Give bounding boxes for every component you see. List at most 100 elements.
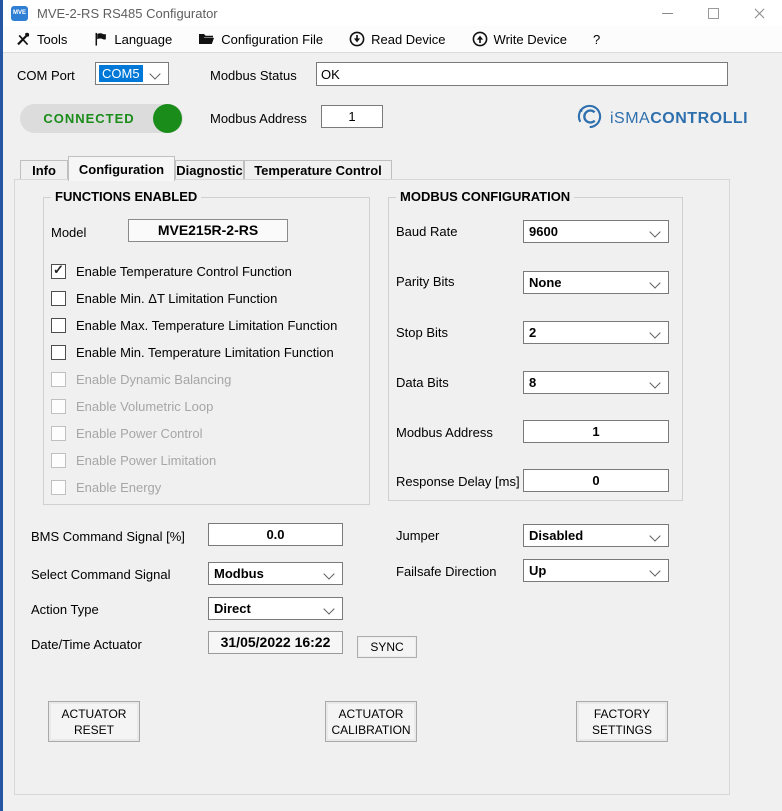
menu-read-device[interactable]: Read Device	[349, 31, 445, 47]
checkbox-enable-max-temperature-limitation[interactable]: Enable Max. Temperature Limitation Funct…	[51, 318, 337, 333]
parity-bits-select[interactable]: None	[523, 271, 669, 294]
connected-indicator[interactable]: CONNECTED	[20, 104, 183, 133]
baud-rate-select[interactable]: 9600	[523, 220, 669, 243]
close-icon	[754, 8, 765, 19]
window-title: MVE-2-RS RS485 Configurator	[37, 6, 218, 21]
stop-bits-select[interactable]: 2	[523, 321, 669, 344]
model-value-box: MVE215R-2-RS	[128, 219, 288, 242]
stop-bits-value: 2	[529, 325, 536, 340]
actuator-reset-button[interactable]: ACTUATOR RESET	[48, 701, 140, 742]
checkbox-icon	[51, 345, 66, 360]
com-port-value: COM5	[99, 65, 143, 82]
menu-bar: Tools Language Configuration File Read D…	[3, 26, 782, 53]
bms-command-signal-field[interactable]	[208, 523, 343, 546]
menu-configuration-file[interactable]: Configuration File	[198, 31, 323, 47]
close-button[interactable]	[736, 0, 782, 26]
connected-label: CONNECTED	[20, 111, 158, 126]
functions-enabled-title: FUNCTIONS ENABLED	[51, 189, 201, 204]
checkbox-enable-temperature-control[interactable]: Enable Temperature Control Function	[51, 264, 292, 279]
actuator-calibration-button[interactable]: ACTUATOR CALIBRATION	[325, 701, 417, 742]
chevron-down-icon	[649, 377, 660, 388]
baud-rate-label: Baud Rate	[396, 224, 457, 239]
checkbox-label: Enable Min. ΔT Limitation Function	[76, 291, 277, 306]
modbus-address-label: Modbus Address	[210, 111, 307, 126]
checkbox-icon	[51, 291, 66, 306]
brand-icon	[576, 103, 603, 135]
minimize-button[interactable]	[644, 0, 690, 26]
menu-write-device[interactable]: Write Device	[472, 31, 567, 47]
response-delay-label: Response Delay [ms]	[396, 474, 520, 489]
brand-name: iSMACONTROLLI	[610, 110, 748, 128]
checkbox-label: Enable Energy	[76, 480, 161, 495]
modbus-status-label: Modbus Status	[210, 68, 297, 83]
restore-icon	[708, 8, 719, 19]
com-port-select[interactable]: COM5	[95, 62, 169, 85]
flag-icon	[93, 31, 108, 47]
checkbox-label: Enable Max. Temperature Limitation Funct…	[76, 318, 337, 333]
tab-diagnostic-label: Diagnostic	[176, 163, 242, 178]
checkbox-icon	[51, 453, 66, 468]
modbus-status-field[interactable]	[316, 62, 728, 86]
connected-status-dot	[153, 104, 182, 133]
checkbox-label: Enable Power Control	[76, 426, 202, 441]
brand-name-regular: iSMA	[610, 110, 650, 127]
data-bits-select[interactable]: 8	[523, 371, 669, 394]
menu-help-label: ?	[593, 32, 600, 47]
checkbox-enable-power-limitation: Enable Power Limitation	[51, 453, 216, 468]
tab-configuration[interactable]: Configuration	[68, 156, 175, 181]
brand-logo: iSMACONTROLLI	[576, 103, 748, 135]
sync-button[interactable]: SYNC	[357, 636, 417, 658]
app-window: MVE MVE-2-RS RS485 Configurator Tools La…	[0, 0, 782, 811]
checkbox-icon	[51, 264, 66, 279]
minimize-icon	[662, 13, 673, 14]
tab-info[interactable]: Info	[20, 160, 68, 180]
jumper-label: Jumper	[396, 528, 439, 543]
modbus-address-config-field[interactable]	[523, 420, 669, 443]
tab-temperature-control[interactable]: Temperature Control	[244, 160, 392, 180]
chevron-down-icon	[649, 530, 660, 541]
title-bar: MVE MVE-2-RS RS485 Configurator	[3, 0, 782, 26]
action-type-select[interactable]: Direct	[208, 597, 343, 620]
checkbox-enable-min-dt-limitation[interactable]: Enable Min. ΔT Limitation Function	[51, 291, 277, 306]
com-port-label: COM Port	[17, 68, 75, 83]
checkbox-enable-volumetric-loop: Enable Volumetric Loop	[51, 399, 213, 414]
menu-read-device-label: Read Device	[371, 32, 445, 47]
stop-bits-label: Stop Bits	[396, 325, 448, 340]
menu-write-device-label: Write Device	[494, 32, 567, 47]
select-command-signal-label: Select Command Signal	[31, 567, 170, 582]
restore-button[interactable]	[690, 0, 736, 26]
datetime-actuator-label: Date/Time Actuator	[31, 637, 142, 652]
menu-tools[interactable]: Tools	[15, 31, 67, 47]
chevron-down-icon	[149, 68, 160, 79]
checkbox-label: Enable Min. Temperature Limitation Funct…	[76, 345, 334, 360]
action-type-label: Action Type	[31, 602, 99, 617]
tab-diagnostic[interactable]: Diagnostic	[175, 160, 244, 180]
menu-tools-label: Tools	[37, 32, 67, 47]
chevron-down-icon	[649, 226, 660, 237]
modbus-configuration-title: MODBUS CONFIGURATION	[396, 189, 574, 204]
chevron-down-icon	[649, 327, 660, 338]
upload-circle-icon	[472, 31, 488, 47]
response-delay-field[interactable]	[523, 469, 669, 492]
checkbox-enable-min-temperature-limitation[interactable]: Enable Min. Temperature Limitation Funct…	[51, 345, 334, 360]
checkbox-label: Enable Power Limitation	[76, 453, 216, 468]
jumper-value: Disabled	[529, 528, 583, 543]
select-command-signal-select[interactable]: Modbus	[208, 562, 343, 585]
checkbox-enable-energy: Enable Energy	[51, 480, 161, 495]
download-circle-icon	[349, 31, 365, 47]
action-type-value: Direct	[214, 601, 251, 616]
menu-language[interactable]: Language	[93, 31, 172, 47]
modbus-address-field[interactable]	[321, 105, 383, 128]
data-bits-label: Data Bits	[396, 375, 449, 390]
checkbox-label: Enable Dynamic Balancing	[76, 372, 231, 387]
menu-help[interactable]: ?	[593, 32, 600, 47]
chevron-down-icon	[649, 565, 660, 576]
checkbox-label: Enable Volumetric Loop	[76, 399, 213, 414]
failsafe-direction-select[interactable]: Up	[523, 559, 669, 582]
factory-settings-button[interactable]: FACTORY SETTINGS	[576, 701, 668, 742]
jumper-select[interactable]: Disabled	[523, 524, 669, 547]
checkbox-icon	[51, 318, 66, 333]
failsafe-direction-value: Up	[529, 563, 546, 578]
parity-bits-label: Parity Bits	[396, 274, 455, 289]
checkbox-icon	[51, 480, 66, 495]
